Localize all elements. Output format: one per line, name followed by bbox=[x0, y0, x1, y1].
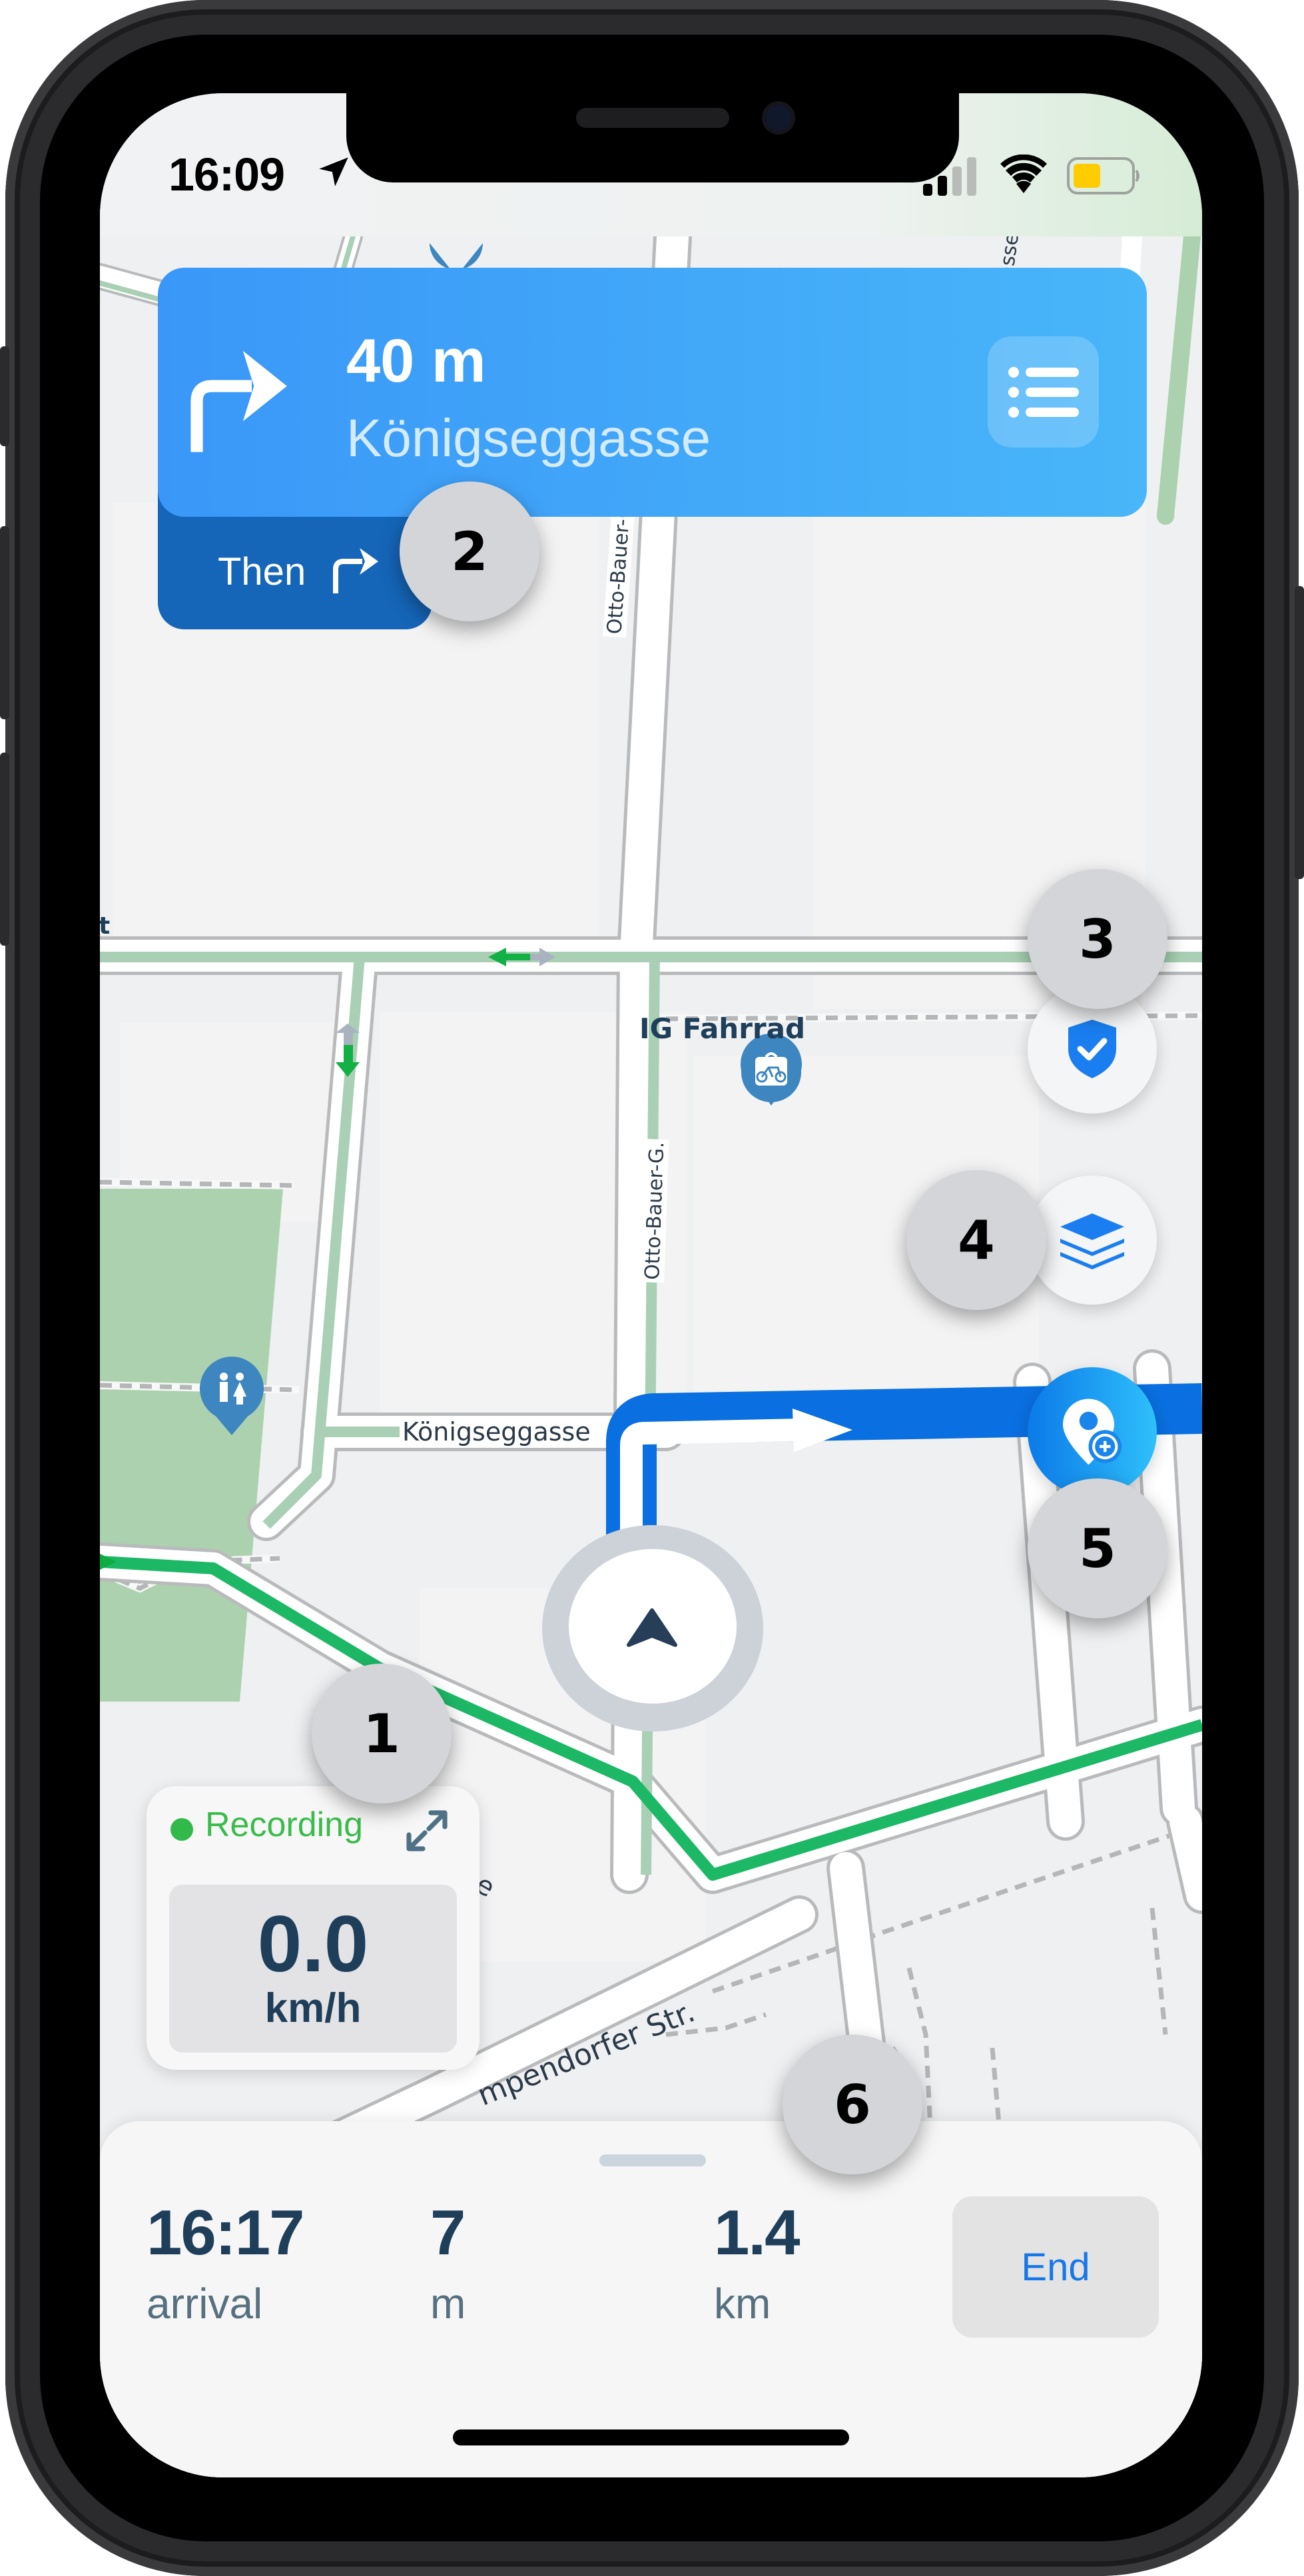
map-layers-button[interactable] bbox=[1028, 1175, 1157, 1305]
action-button bbox=[0, 346, 9, 446]
total-distance-stat: 1.4 km bbox=[714, 2197, 800, 2328]
front-camera bbox=[766, 105, 791, 131]
arrival-time: 16:17 bbox=[147, 2197, 305, 2268]
shield-check-icon bbox=[1068, 1020, 1116, 1078]
battery-icon bbox=[1067, 157, 1140, 194]
annotation-marker-5: 5 bbox=[1028, 1478, 1167, 1618]
add-poi-button[interactable] bbox=[1028, 1367, 1157, 1496]
speaker bbox=[576, 108, 729, 128]
expand-icon[interactable] bbox=[401, 1805, 453, 1857]
add-location-icon bbox=[1063, 1399, 1122, 1465]
speed-display: 0.0 km/h bbox=[169, 1885, 457, 2053]
recording-status: Recording bbox=[205, 1805, 364, 1844]
power-button bbox=[1295, 586, 1304, 879]
trip-summary-panel[interactable]: 16:17 arrival 7 m 1.4 km End bbox=[100, 2121, 1202, 2477]
arrival-label: arrival bbox=[147, 2280, 263, 2328]
annotation-marker-2: 2 bbox=[400, 482, 539, 621]
total-distance-value: 1.4 bbox=[714, 2197, 800, 2268]
street-label-otto-bauer-lower: Otto-Bauer-G. bbox=[641, 1138, 669, 1283]
volume-up-button bbox=[0, 526, 9, 719]
annotation-marker-3: 3 bbox=[1028, 869, 1167, 1009]
arrival-stat: 16:17 arrival bbox=[147, 2197, 305, 2328]
total-distance-label: km bbox=[714, 2280, 771, 2328]
remaining-meters-value: 7 bbox=[430, 2197, 466, 2268]
volume-down-button bbox=[0, 753, 9, 946]
map-label-left-edge: t bbox=[100, 912, 111, 940]
sheet-grabber-handle[interactable] bbox=[599, 2154, 706, 2166]
remaining-meters-stat: 7 m bbox=[430, 2197, 466, 2328]
poi-label-ig-fahrrad[interactable]: IG Fahrrad bbox=[639, 1012, 805, 1045]
annotation-marker-1: 1 bbox=[312, 1664, 452, 1803]
remaining-meters-label: m bbox=[430, 2280, 466, 2328]
maneuver-distance: 40 m bbox=[346, 327, 486, 395]
status-time: 16:09 bbox=[168, 149, 285, 200]
notch bbox=[346, 93, 959, 182]
then-label: Then bbox=[218, 550, 306, 593]
turn-right-arrow-icon bbox=[333, 548, 378, 593]
annotation-marker-4: 4 bbox=[906, 1170, 1046, 1310]
speed-unit: km/h bbox=[264, 1985, 362, 2031]
maneuver-street: Königseggasse bbox=[346, 408, 711, 468]
street-label-koenigseggasse: Königseggasse bbox=[400, 1417, 593, 1447]
recording-widget[interactable]: Recording 0.0 km/h bbox=[147, 1786, 480, 2070]
recording-indicator-dot bbox=[170, 1818, 193, 1841]
route-list-button[interactable] bbox=[988, 336, 1099, 448]
annotation-marker-6: 6 bbox=[783, 2035, 922, 2174]
turn-right-arrow-icon bbox=[190, 350, 287, 452]
location-arrow-icon bbox=[319, 157, 348, 186]
navigation-banner[interactable]: 40 m Königseggasse bbox=[158, 268, 1147, 517]
list-icon bbox=[1008, 366, 1079, 418]
end-navigation-button[interactable]: End bbox=[952, 2196, 1159, 2338]
speed-value: 0.0 bbox=[257, 1899, 369, 1989]
layers-icon bbox=[1060, 1213, 1124, 1269]
phone-screen: 16:09 IG Fahrrad Otto-Bauer-G. Otto-Baue… bbox=[100, 93, 1202, 2477]
wifi-icon bbox=[1000, 155, 1047, 193]
home-indicator[interactable] bbox=[453, 2429, 849, 2445]
